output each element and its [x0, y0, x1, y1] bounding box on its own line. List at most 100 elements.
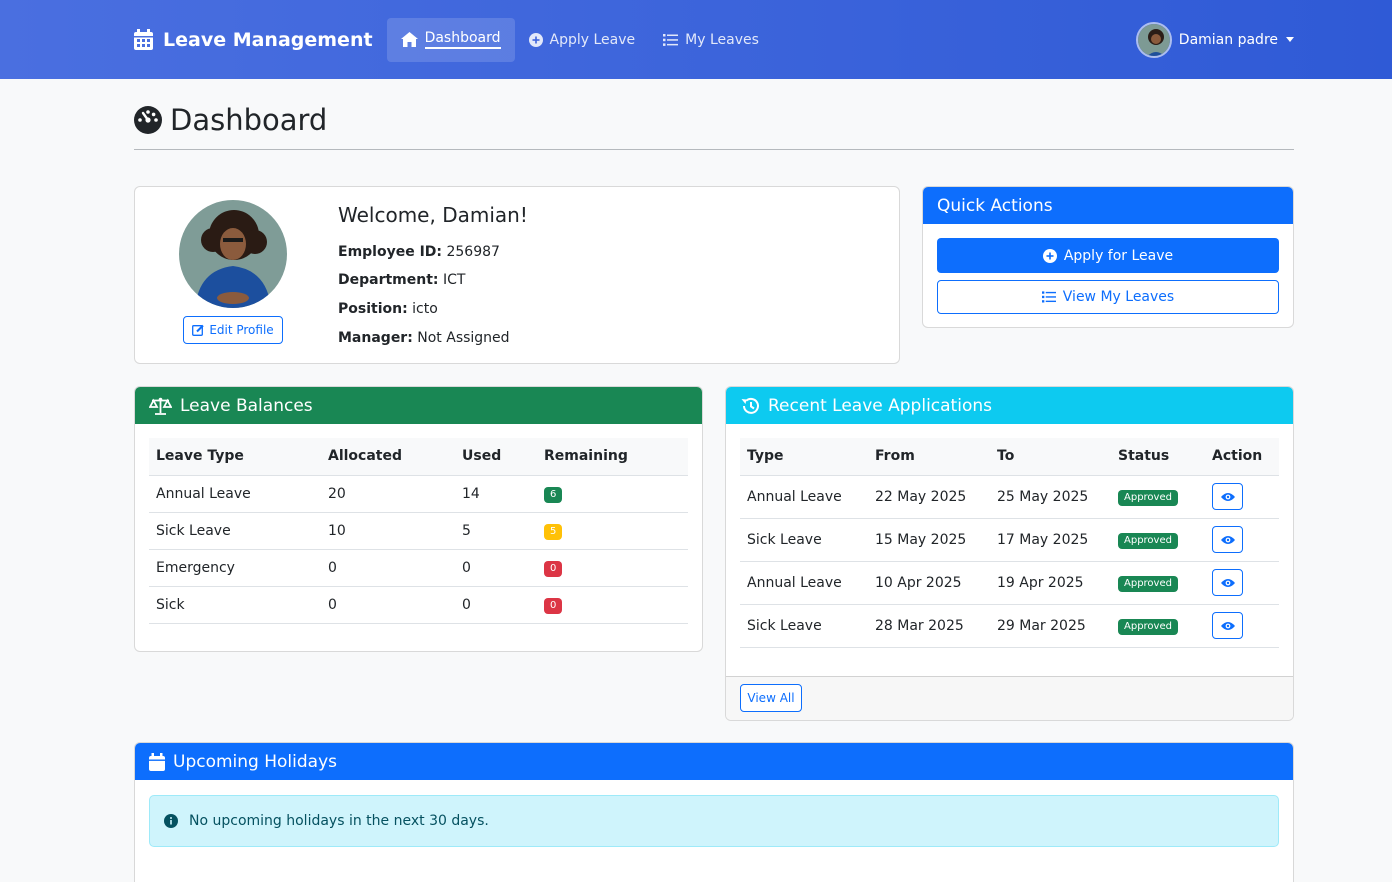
eye-icon — [1220, 578, 1235, 587]
manager-value: Not Assigned — [417, 330, 510, 346]
dashboard-gauge-icon — [134, 106, 162, 134]
action-cell — [1205, 604, 1279, 648]
column-header: From — [868, 438, 990, 476]
column-header: Type — [740, 438, 868, 476]
quick-actions-card: Quick Actions Apply for Leave View My Le… — [922, 186, 1294, 328]
table-header-row: Leave Type Allocated Used Remaining — [149, 438, 688, 476]
page-title-text: Dashboard — [170, 103, 328, 137]
allocated-cell: 0 — [321, 549, 455, 587]
edit-profile-button[interactable]: Edit Profile — [183, 316, 283, 344]
chevron-down-icon — [1286, 37, 1294, 42]
used-cell: 5 — [455, 512, 537, 550]
column-header: Leave Type — [149, 438, 321, 476]
eye-icon — [1220, 492, 1235, 501]
eye-icon — [1220, 535, 1235, 544]
action-cell — [1205, 561, 1279, 605]
nav-apply-leave[interactable]: Apply Leave — [515, 18, 650, 62]
upcoming-holidays-title: Upcoming Holidays — [173, 751, 337, 772]
position-row: Position: icto — [338, 301, 438, 317]
position-label: Position: — [338, 301, 408, 317]
action-cell — [1205, 518, 1279, 562]
view-all-button[interactable]: View All — [740, 684, 802, 712]
from-cell: 28 Mar 2025 — [868, 604, 990, 648]
edit-icon — [192, 324, 205, 336]
leave-type-cell: Emergency — [149, 549, 321, 587]
to-cell: 29 Mar 2025 — [990, 604, 1111, 648]
manager-row: Manager: Not Assigned — [338, 330, 510, 346]
to-cell: 25 May 2025 — [990, 475, 1111, 519]
table-row: Sick Leave 10 5 5 — [149, 512, 688, 550]
table-header-row: Type From To Status Action — [740, 438, 1279, 476]
leave-balances-table: Leave Type Allocated Used Remaining Annu… — [149, 438, 688, 624]
recent-applications-card: Recent Leave Applications Type From To S… — [725, 386, 1294, 721]
welcome-heading: Welcome, Damian! — [338, 203, 528, 227]
recent-applications-title: Recent Leave Applications — [768, 395, 992, 416]
action-cell — [1205, 475, 1279, 519]
from-cell: 22 May 2025 — [868, 475, 990, 519]
leave-type-cell: Sick Leave — [149, 512, 321, 550]
brand[interactable]: Leave Management — [134, 29, 373, 51]
from-cell: 15 May 2025 — [868, 518, 990, 562]
profile-photo — [179, 200, 287, 308]
status-cell: Approved — [1111, 561, 1205, 605]
view-button[interactable] — [1212, 526, 1243, 553]
brand-label: Leave Management — [163, 28, 373, 51]
nav-dashboard[interactable]: Dashboard — [386, 17, 515, 62]
user-menu[interactable]: Damian padre — [1135, 21, 1294, 58]
plus-circle-icon — [1042, 248, 1057, 263]
nav-my-leaves[interactable]: My Leaves — [649, 18, 773, 62]
table-row: Emergency 0 0 0 — [149, 549, 688, 587]
employee-id-value: 256987 — [446, 244, 500, 260]
remaining-cell: 0 — [537, 586, 688, 624]
apply-for-leave-button[interactable]: Apply for Leave — [937, 238, 1279, 273]
used-cell: 0 — [455, 549, 537, 587]
view-my-leaves-button[interactable]: View My Leaves — [937, 280, 1279, 314]
type-cell: Sick Leave — [740, 518, 868, 562]
divider — [134, 149, 1294, 150]
remaining-badge: 5 — [544, 523, 563, 540]
table-row: Annual Leave 20 14 6 — [149, 475, 688, 513]
status-cell: Approved — [1111, 518, 1205, 562]
navbar: Leave Management Dashboard Apply Leave M… — [0, 0, 1392, 79]
status-badge: Approved — [1118, 489, 1178, 506]
manager-label: Manager: — [338, 330, 413, 346]
department-value: ICT — [442, 272, 466, 288]
main-container: Dashboard Edit Profile Welcome, Damian! … — [134, 79, 1294, 882]
department-row: Department: ICT — [338, 272, 465, 288]
plus-circle-icon — [528, 32, 543, 47]
column-header: Allocated — [321, 438, 455, 476]
remaining-cell: 6 — [537, 475, 688, 513]
employee-id-row: Employee ID: 256987 — [338, 244, 500, 260]
type-cell: Sick Leave — [740, 604, 868, 648]
type-cell: Annual Leave — [740, 561, 868, 605]
recent-applications-header: Recent Leave Applications — [726, 387, 1293, 424]
position-value: icto — [412, 301, 438, 317]
view-button[interactable] — [1212, 569, 1243, 596]
remaining-cell: 0 — [537, 549, 688, 587]
column-header: Used — [455, 438, 537, 476]
nav-my-leaves-label: My Leaves — [685, 31, 759, 48]
no-holidays-message: No upcoming holidays in the next 30 days… — [189, 813, 489, 829]
table-row: Sick 0 0 0 — [149, 586, 688, 624]
user-name: Damian padre — [1178, 31, 1278, 48]
status-cell: Approved — [1111, 475, 1205, 519]
status-badge: Approved — [1118, 532, 1178, 549]
leave-balances-card: Leave Balances Leave Type Allocated Used… — [134, 386, 703, 652]
home-icon — [400, 32, 418, 47]
apply-for-leave-label: Apply for Leave — [1063, 247, 1174, 264]
to-cell: 17 May 2025 — [990, 518, 1111, 562]
view-button[interactable] — [1212, 612, 1243, 639]
quick-actions-header: Quick Actions — [923, 187, 1293, 224]
eye-icon — [1220, 621, 1235, 630]
column-header: To — [990, 438, 1111, 476]
view-button[interactable] — [1212, 483, 1243, 510]
status-badge: Approved — [1118, 575, 1178, 592]
profile-card: Edit Profile Welcome, Damian! Employee I… — [134, 186, 900, 364]
allocated-cell: 20 — [321, 475, 455, 513]
type-cell: Annual Leave — [740, 475, 868, 519]
info-circle-icon — [164, 814, 178, 828]
leave-type-cell: Sick — [149, 586, 321, 624]
table-row: Annual Leave 10 Apr 2025 19 Apr 2025 App… — [740, 561, 1279, 605]
leave-type-cell: Annual Leave — [149, 475, 321, 513]
remaining-badge: 6 — [544, 486, 563, 503]
